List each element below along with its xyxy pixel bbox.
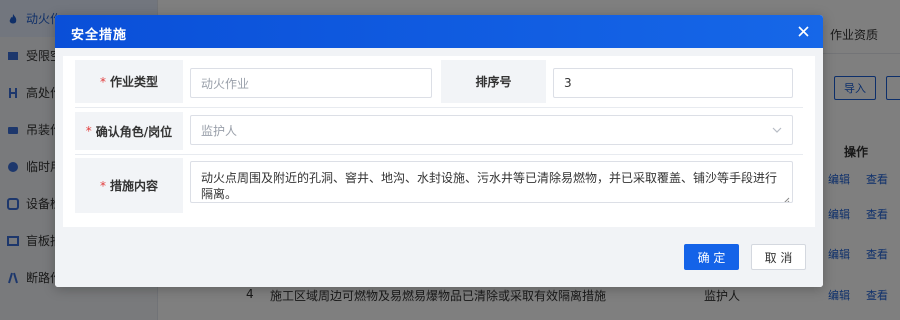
dialog-title: 安全措施: [71, 28, 128, 43]
cancel-button[interactable]: 取 消: [751, 244, 806, 270]
measure-label: * 措施内容: [75, 158, 183, 213]
dialog-body: * 作业类型 动火作业 排序号 3 * 确认角色/岗位 监护人 * 措施内容 动…: [55, 48, 823, 287]
confirm-button[interactable]: 确 定: [684, 244, 739, 270]
row-divider: [75, 154, 803, 155]
close-icon[interactable]: [795, 23, 811, 39]
work-type-field[interactable]: 动火作业: [190, 68, 432, 98]
row-divider: [75, 107, 803, 108]
role-select[interactable]: 监护人: [190, 115, 793, 145]
form-panel: * 作业类型 动火作业 排序号 3 * 确认角色/岗位 监护人 * 措施内容 动…: [63, 56, 815, 227]
order-no-input[interactable]: 3: [553, 68, 793, 98]
dialog-header: 安全措施: [55, 15, 823, 48]
order-no-label: 排序号: [441, 60, 546, 103]
work-type-label: * 作业类型: [75, 60, 183, 103]
safety-measure-dialog: 安全措施 * 作业类型 动火作业 排序号 3 * 确认角色/岗位 监护人 * 措…: [55, 15, 823, 287]
required-mark: *: [85, 124, 92, 138]
required-mark: *: [99, 178, 106, 193]
measure-textarea[interactable]: 动火点周围及附近的孔洞、窨井、地沟、水封设施、污水井等已清除易燃物，并已采取覆盖…: [190, 161, 793, 203]
role-label: * 确认角色/岗位: [75, 112, 183, 150]
chevron-down-icon: [772, 124, 782, 134]
resize-handle-icon[interactable]: [782, 192, 790, 202]
required-mark: *: [99, 74, 106, 89]
